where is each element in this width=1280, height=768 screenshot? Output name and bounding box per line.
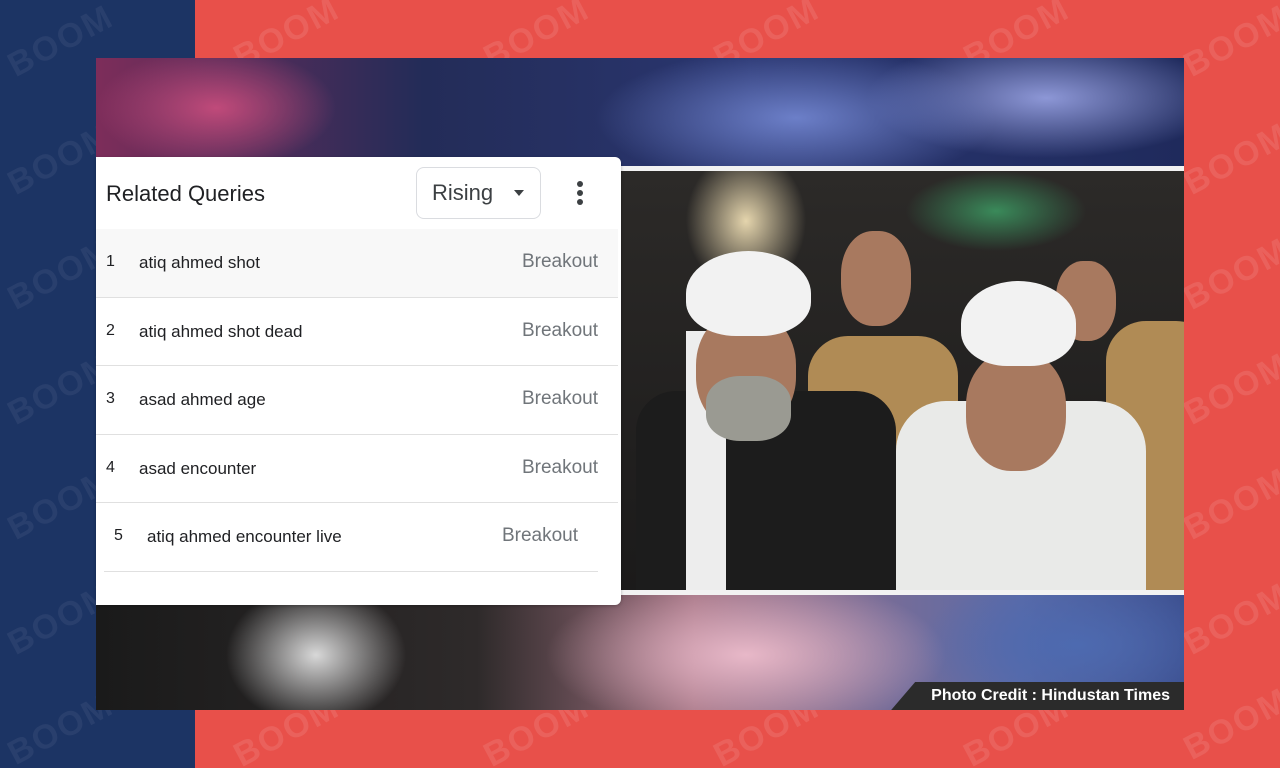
query-rank: 3 (106, 390, 115, 407)
query-row[interactable]: 2 atiq ahmed shot dead Breakout (96, 298, 618, 366)
query-rank: 1 (106, 253, 115, 270)
caret-down-icon (514, 190, 524, 196)
query-rank: 4 (106, 458, 115, 476)
person-figure (686, 251, 811, 336)
person-figure (961, 281, 1076, 366)
query-list: 1 atiq ahmed shot Breakout 2 atiq ahmed … (96, 229, 618, 572)
query-text: atiq ahmed shot (139, 253, 260, 272)
query-row[interactable]: 5 atiq ahmed encounter live Breakout (104, 503, 598, 572)
person-figure (841, 231, 911, 326)
more-vert-icon[interactable] (570, 177, 590, 209)
blurred-photo-top (96, 58, 1184, 166)
query-rank: 5 (114, 527, 123, 544)
filter-dropdown[interactable]: Rising (416, 167, 541, 219)
query-value: Breakout (521, 388, 598, 409)
query-text: asad encounter (139, 458, 257, 478)
query-value: Breakout (521, 319, 598, 341)
filter-dropdown-label: Rising (432, 180, 494, 205)
query-value: Breakout (521, 251, 598, 272)
query-value: Breakout (521, 456, 598, 478)
query-row[interactable]: 1 atiq ahmed shot Breakout (96, 229, 618, 298)
photo-credit: Photo Credit : Hindustan Times (891, 682, 1184, 710)
more-vert-icon-dot (577, 190, 583, 196)
query-row[interactable]: 4 asad encounter Breakout (96, 435, 618, 503)
person-figure (706, 376, 791, 441)
related-queries-card: Related Queries Rising 1 atiq ahmed shot… (96, 157, 621, 605)
query-row[interactable]: 3 asad ahmed age Breakout (96, 366, 618, 435)
query-value: Breakout (501, 525, 578, 546)
query-text: atiq ahmed encounter live (147, 527, 342, 546)
query-text: atiq ahmed shot dead (139, 321, 303, 341)
query-rank: 2 (106, 321, 115, 339)
person-figure (966, 351, 1066, 471)
more-vert-icon-dot (577, 199, 583, 205)
card-title: Related Queries (106, 181, 265, 206)
query-text: asad ahmed age (139, 390, 266, 409)
more-vert-icon-dot (577, 181, 583, 187)
